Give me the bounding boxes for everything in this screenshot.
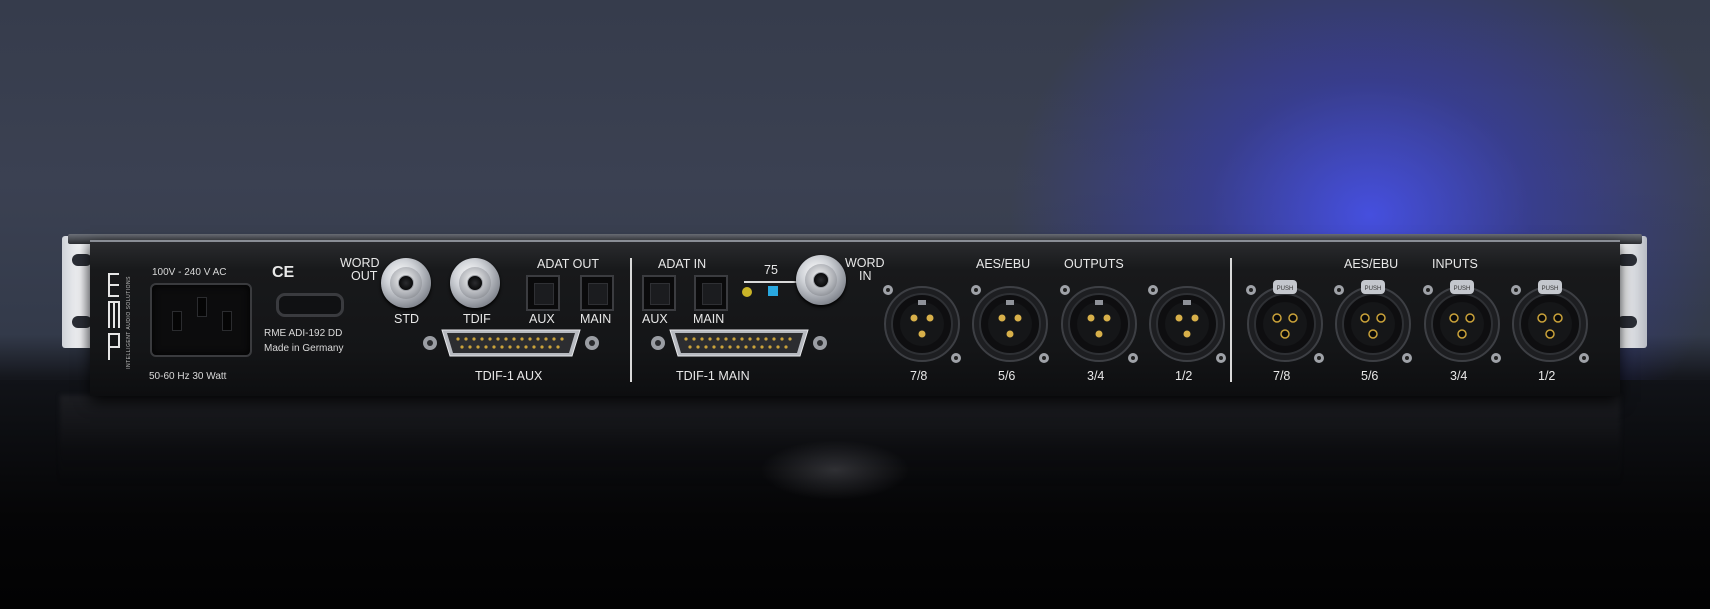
input-xlr-7-8[interactable]: PUSH <box>1243 280 1327 364</box>
adat-in-main-port[interactable] <box>694 275 728 311</box>
section-divider <box>1230 258 1232 382</box>
output-xlr-3-4[interactable] <box>1057 280 1141 364</box>
bnc-word-out-tdif[interactable] <box>450 258 500 308</box>
svg-text:PUSH: PUSH <box>1454 286 1471 292</box>
adat-in-main-label: MAIN <box>693 312 725 326</box>
logo-tagline: INTELLIGENT AUDIO SOLUTIONS <box>126 276 132 369</box>
tdif-main-label: TDIF-1 MAIN <box>676 369 750 383</box>
rme-logo-graphic <box>108 273 120 360</box>
outputs-label: OUTPUTS <box>1064 257 1124 271</box>
adat-out-label: ADAT OUT <box>537 257 600 271</box>
optical-shutter <box>650 283 670 305</box>
input-xlr-5-6[interactable]: PUSH <box>1331 280 1415 364</box>
termination-line <box>744 281 800 283</box>
adat-out-aux-port[interactable] <box>526 275 560 311</box>
output-xlr-7-8[interactable] <box>880 280 964 364</box>
rme-logo <box>106 272 128 362</box>
power-pin <box>172 311 182 331</box>
output-xlr-1-2[interactable] <box>1145 280 1229 364</box>
input-channel-label: 1/2 <box>1538 369 1556 383</box>
svg-text:PUSH: PUSH <box>1277 286 1294 292</box>
optical-shutter <box>702 283 722 305</box>
optical-shutter <box>588 283 608 305</box>
input-xlr-3-4[interactable]: PUSH <box>1420 280 1504 364</box>
bnc-center-pin <box>467 275 483 291</box>
power-pin <box>197 297 207 317</box>
ce-mark: CE <box>272 264 295 281</box>
output-xlr-5-6[interactable] <box>968 280 1052 364</box>
floor-glow <box>760 440 910 500</box>
termination-switch[interactable] <box>768 286 778 296</box>
word-in-label-word: WORD <box>845 256 885 270</box>
inputs-label: INPUTS <box>1432 257 1478 271</box>
output-channel-label: 3/4 <box>1087 369 1105 383</box>
input-channel-label: 7/8 <box>1273 369 1291 383</box>
optical-shutter <box>534 283 554 305</box>
output-channel-label: 5/6 <box>998 369 1016 383</box>
bnc-word-out-std[interactable] <box>381 258 431 308</box>
rack-hole <box>72 254 92 266</box>
adat-in-aux-port[interactable] <box>642 275 676 311</box>
word-out-label-out: OUT <box>351 269 378 283</box>
tdif-aux-label: TDIF-1 AUX <box>475 369 543 383</box>
power-rating: 100V - 240 V AC <box>152 267 227 278</box>
rack-hole <box>1617 316 1637 328</box>
aes-ebu-outputs-label: AES/EBU <box>976 257 1031 271</box>
rack-hole <box>72 316 92 328</box>
std-label: STD <box>394 312 419 326</box>
adat-out-main-port[interactable] <box>580 275 614 311</box>
made-in-germany: Made in Germany <box>264 343 344 354</box>
word-in-label-in: IN <box>859 269 872 283</box>
power-frequency: 50-60 Hz 30 Watt <box>149 371 227 382</box>
product-photo: INTELLIGENT AUDIO SOLUTIONS 100V - 240 V… <box>0 0 1710 609</box>
cable-clip <box>276 293 344 317</box>
tdif-label: TDIF <box>463 312 491 326</box>
tdif-aux-dsub[interactable] <box>420 325 602 361</box>
adat-out-main-label: MAIN <box>580 312 612 326</box>
status-led-yellow <box>742 287 752 297</box>
svg-text:PUSH: PUSH <box>1365 286 1382 292</box>
dsub-connector-graphic <box>651 329 827 357</box>
rack-hole <box>1617 254 1637 266</box>
input-channel-label: 3/4 <box>1450 369 1468 383</box>
termination-label: 75 <box>764 263 778 277</box>
bnc-center-pin <box>813 272 829 288</box>
word-out-label-word: WORD <box>340 256 380 270</box>
aes-ebu-inputs-label: AES/EBU <box>1344 257 1399 271</box>
model-name: RME ADI-192 DD <box>264 328 343 339</box>
dsub-connector-graphic <box>423 329 599 357</box>
adat-out-aux-label: AUX <box>529 312 555 326</box>
section-divider <box>630 258 632 382</box>
bnc-center-pin <box>398 275 414 291</box>
tdif-main-dsub[interactable] <box>648 325 830 361</box>
output-channel-label: 7/8 <box>910 369 928 383</box>
power-pin <box>222 311 232 331</box>
bnc-word-in[interactable] <box>796 255 846 305</box>
adat-in-label: ADAT IN <box>658 257 707 271</box>
iec-power-inlet <box>150 283 252 357</box>
input-xlr-1-2[interactable]: PUSH <box>1508 280 1592 364</box>
input-channel-label: 5/6 <box>1361 369 1379 383</box>
adat-in-aux-label: AUX <box>642 312 668 326</box>
output-channel-label: 1/2 <box>1175 369 1193 383</box>
svg-text:PUSH: PUSH <box>1542 286 1559 292</box>
